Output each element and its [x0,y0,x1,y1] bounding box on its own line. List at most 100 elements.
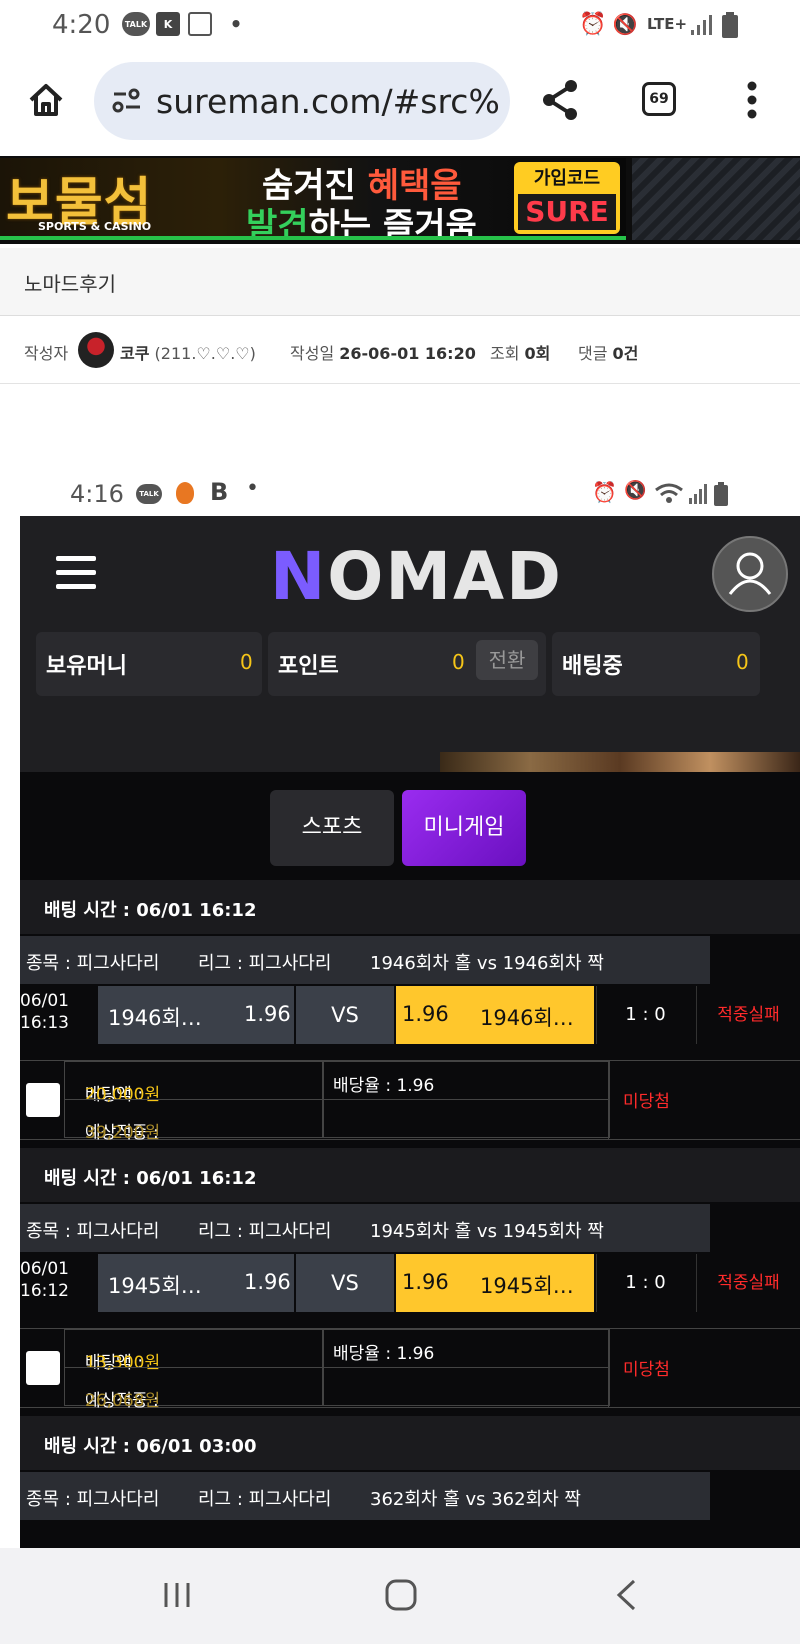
battery-icon [722,12,738,38]
points-card: 포인트 0 전환 [268,632,546,696]
match-score: 1 : 0 [596,1254,694,1312]
inner-alarm-icon: ⏰ [592,480,617,504]
gallery-icon [188,12,212,36]
nomad-logo: NOMAD [270,538,563,615]
address-bar[interactable]: sureman.com/#src%3I [94,62,510,140]
match-result: 적중실패 [696,986,800,1044]
ad-banner[interactable]: 보물섬 SPORTS & CASINO 숨겨진 혜택을 발견하는 즐거움 가입코… [0,156,800,244]
bet-league: 리그 : 피그사다리 [198,953,332,974]
inner-kakaotalk-icon: TALK [136,484,162,504]
board-category: 노마드후기 [0,248,800,316]
inner-status-time: 4:16 [70,480,124,508]
bet-amount: 배팅액 : 20,000원 [64,1061,324,1105]
ad-code-label: 가입코드 [533,168,601,189]
mute-icon: 🔇 [612,12,638,36]
user-profile-icon[interactable] [712,536,788,612]
screen: 4:20 TALK K • ⏰ 🔇 LTE+ sureman.com/#src%… [0,0,800,1644]
vs-label: VS [296,1254,394,1312]
bet-league: 리그 : 피그사다리 [198,1221,332,1242]
home-pick: 1946회… 1.96 [98,986,294,1044]
bet-slip: 배팅액 : 20,000원 배당율 : 1.96 예상적중 : 39,200원 … [20,1060,800,1143]
bet-game: 362회차 홀 vs 362회차 짝 [370,1489,581,1510]
dot-icon: • [229,12,243,36]
status-time: 4:20 [52,10,111,40]
bet-empty-cell [322,1099,610,1138]
match-datetime: 06/01 16:12 [20,1259,69,1301]
betting-label: 배팅중 [562,654,623,679]
bet-info-row: 종목 : 피그사다리 리그 : 피그사다리 362회차 홀 vs 362회차 짝 [20,1472,710,1520]
author-avatar [78,332,114,368]
ad-code-value: SURE [518,194,616,230]
away-pick-selected: 1.96 1946회… [396,986,594,1044]
inner-signal-icon [689,484,707,504]
browser-toolbar: sureman.com/#src%3I 69 [0,52,800,156]
app-header: NOMAD 보유머니 0 포인트 0 전환 배팅중 0 [20,516,800,772]
vs-label: VS [296,986,394,1044]
banner-art-strip [440,752,800,772]
bet-sport: 종목 : 피그사다리 [26,1221,160,1242]
match-row: 06/01 16:12 1945회… 1.96 VS 1.96 1945회… 1 … [20,1254,800,1312]
ad-signup-code-box: 가입코드 SURE [514,162,620,234]
bet-league: 리그 : 피그사다리 [198,1489,332,1510]
bet-info-row: 종목 : 피그사다리 리그 : 피그사다리 1945회차 홀 vs 1945회차… [20,1204,710,1252]
inner-flame-icon [176,482,194,504]
inner-wifi-icon [655,483,683,503]
inner-battery-icon [714,482,728,506]
bet-sport: 종목 : 피그사다리 [26,1489,160,1510]
nomad-app: NOMAD 보유머니 0 포인트 0 전환 배팅중 0 스포츠 미니게임 배팅 … [20,516,800,1550]
k-app-icon: K [156,12,180,36]
inner-mute-icon: 🔇 [624,480,647,501]
ad-banner-side[interactable] [632,158,800,240]
bet-sport: 종목 : 피그사다리 [26,953,160,974]
points-label: 포인트 [278,654,339,679]
home-pick: 1945회… 1.96 [98,1254,294,1312]
away-pick-selected: 1.96 1945회… [396,1254,594,1312]
signal-icon [691,15,712,35]
network-label: LTE+ [646,15,688,33]
home-button-icon[interactable] [384,1578,418,1612]
bet-expected: 예상적중 : 26,068원 [64,1367,324,1411]
status-bar: 4:20 TALK K • ⏰ 🔇 LTE+ [0,0,800,52]
site-settings-icon[interactable] [112,88,142,114]
author-name[interactable]: 코쿠 (211.♡.♡.♡) [120,340,256,364]
post-views: 조회 0회 [490,344,551,363]
wallet-label: 보유머니 [46,654,127,679]
board-category-title: 노마드후기 [24,272,116,296]
tab-switcher-button[interactable]: 69 [642,82,676,116]
bet-time-header: 배팅 시간 : 06/01 16:12 [20,1148,800,1202]
bet-odds: 배당율 : 1.96 [322,1061,610,1100]
match-result: 적중실패 [696,1254,800,1312]
wallet-value: 0 [240,650,253,674]
betting-value: 0 [736,650,749,674]
post-meta: 작성자 코쿠 (211.♡.♡.♡) 작성일 26-06-01 16:20 조회… [0,316,800,384]
bet-amount: 배팅액 : 13,300원 [64,1329,324,1373]
bet-info-row: 종목 : 피그사다리 리그 : 피그사다리 1946회차 홀 vs 1946회차… [20,936,710,984]
bet-expected: 예상적중 : 39,200원 [64,1099,324,1143]
bet-empty-cell [322,1367,610,1406]
recent-apps-icon[interactable] [162,1580,192,1610]
more-menu-icon[interactable] [746,80,758,120]
home-icon[interactable] [26,80,66,120]
bet-game: 1945회차 홀 vs 1945회차 짝 [370,1221,604,1242]
kakaotalk-icon: TALK [122,12,150,36]
convert-points-button[interactable]: 전환 [476,640,538,680]
inner-dot-icon: • [246,476,259,501]
bet-time-header: 배팅 시간 : 06/01 16:12 [20,880,800,934]
back-icon[interactable] [614,1578,638,1612]
tab-minigame[interactable]: 미니게임 [402,790,526,866]
bet-status: 미당첨 [608,1061,800,1139]
share-icon[interactable] [540,78,580,122]
tab-sports[interactable]: 스포츠 [270,790,394,866]
url-text: sureman.com/#src%3I [156,82,501,121]
select-checkbox[interactable] [26,1083,60,1117]
bet-game: 1946회차 홀 vs 1946회차 짝 [370,953,604,974]
bet-time-header: 배팅 시간 : 06/01 03:00 [20,1416,800,1470]
ad-banner-main[interactable]: 보물섬 SPORTS & CASINO 숨겨진 혜택을 발견하는 즐거움 가입코… [0,158,626,240]
wallet-card: 보유머니 0 [36,632,262,696]
hamburger-menu-icon[interactable] [56,556,96,590]
bet-odds: 배당율 : 1.96 [322,1329,610,1368]
inner-b-icon: B [210,478,229,506]
post-date: 작성일 26-06-01 16:20 [290,344,476,363]
match-score: 1 : 0 [596,986,694,1044]
select-checkbox[interactable] [26,1351,60,1385]
